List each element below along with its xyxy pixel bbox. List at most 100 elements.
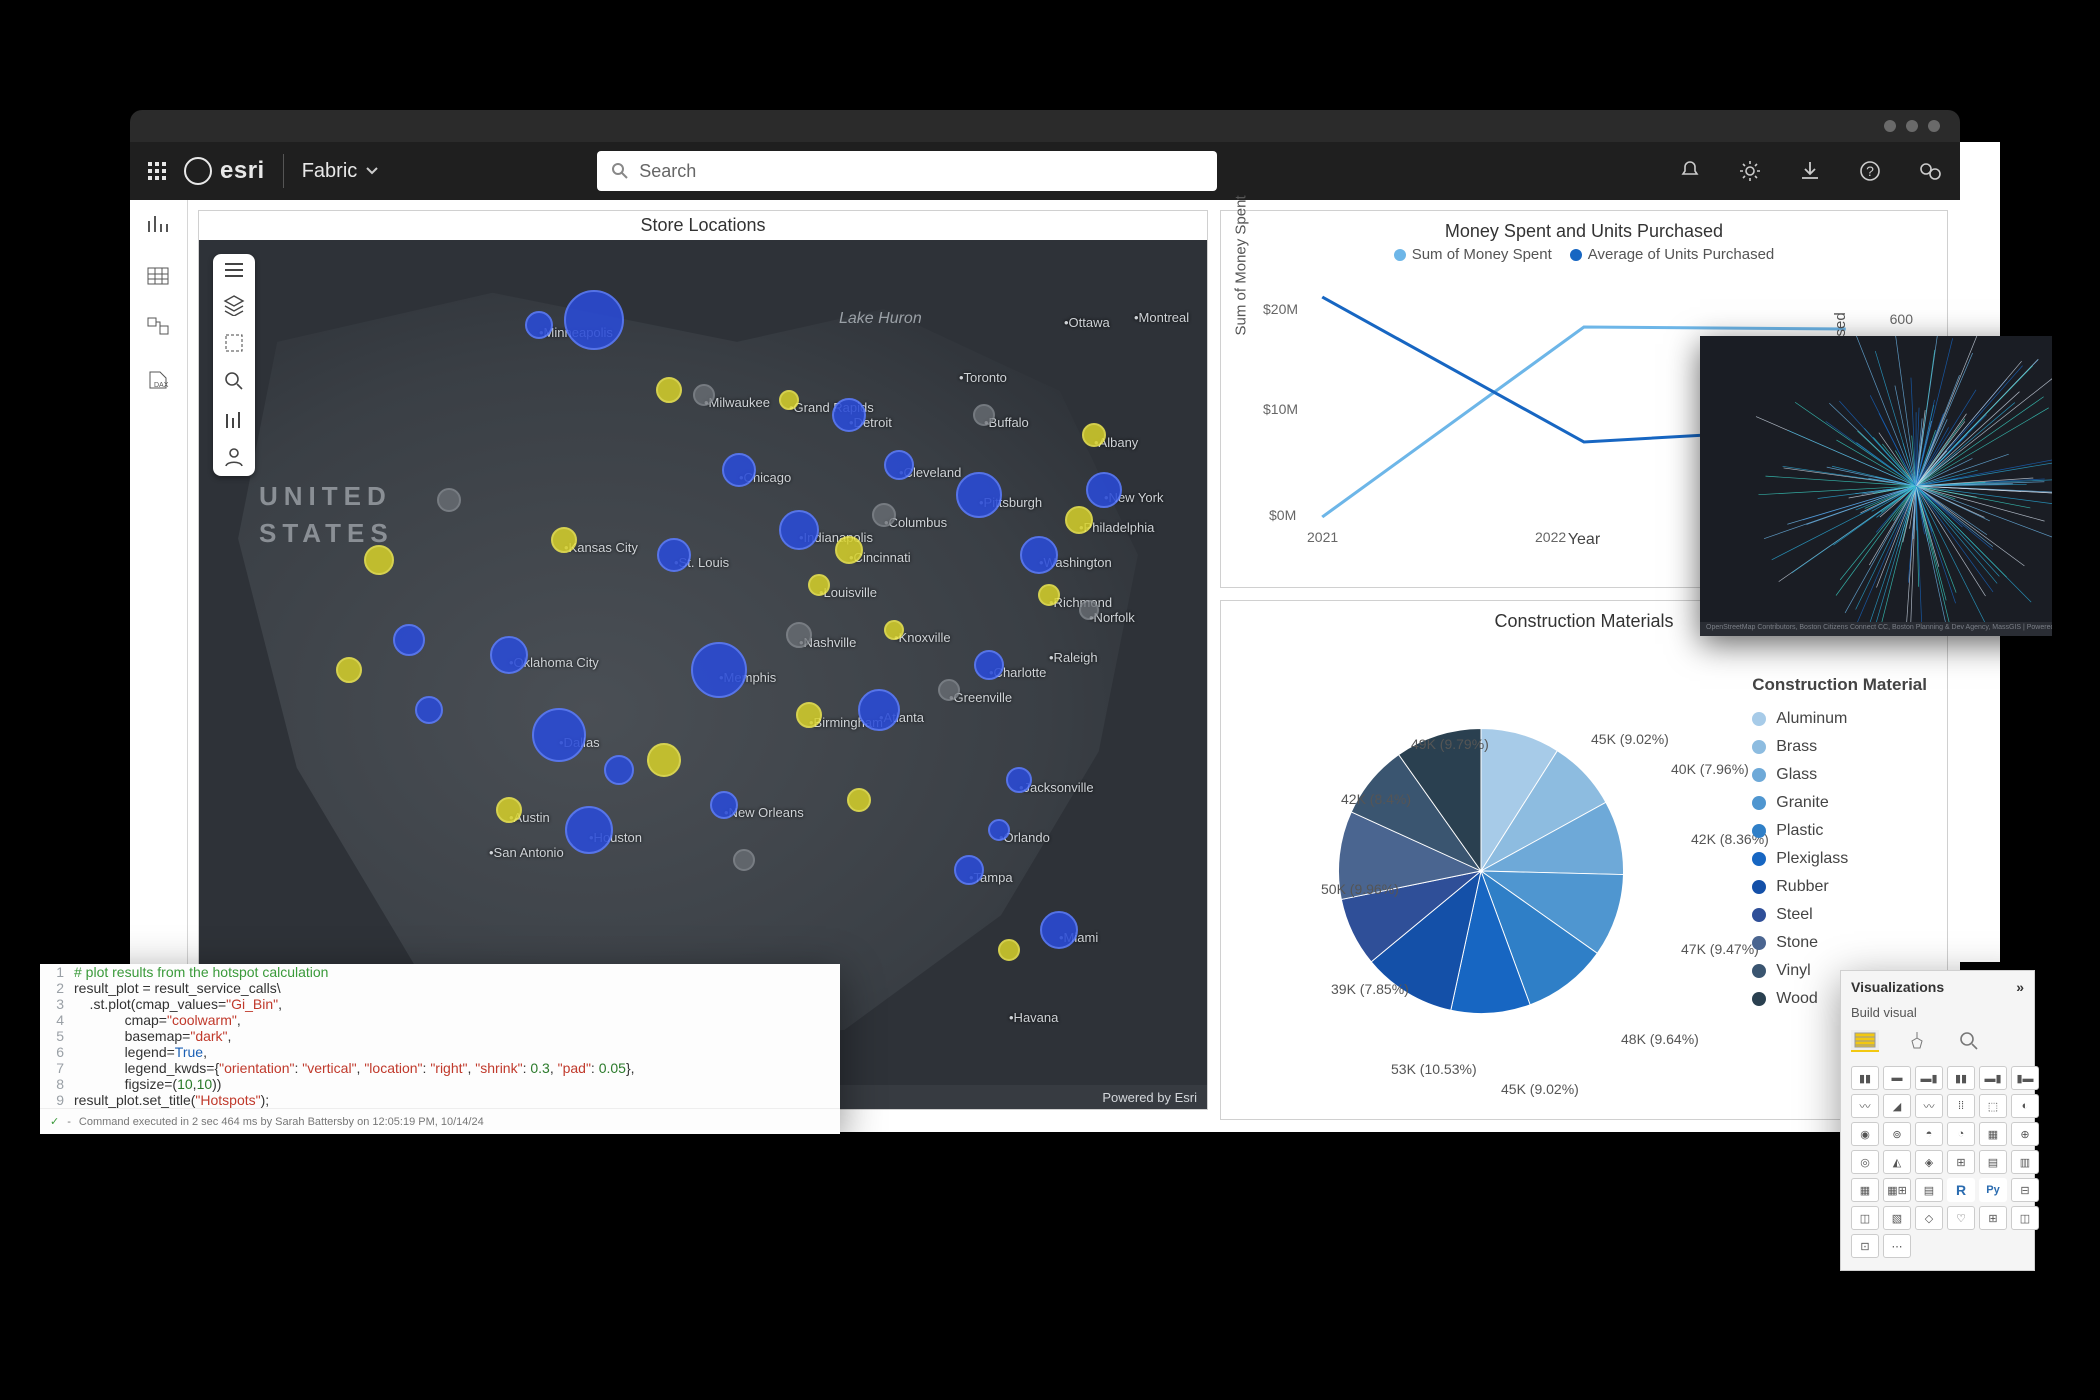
code-line[interactable]: 2result_plot = result_service_calls\ (40, 980, 840, 996)
model-view-icon[interactable] (146, 316, 172, 342)
legend-item[interactable]: Aluminum (1752, 705, 1927, 733)
map-bubble[interactable] (532, 708, 586, 762)
map-bubble[interactable] (1020, 536, 1058, 574)
map-bubble[interactable] (779, 390, 799, 410)
map-bubble[interactable] (565, 806, 613, 854)
workspace-dropdown[interactable]: Fabric (302, 160, 380, 183)
map-bubble[interactable] (647, 743, 681, 777)
viz-type-icon[interactable]: R (1947, 1178, 1975, 1202)
map-bubble[interactable] (988, 819, 1010, 841)
viz-type-icon[interactable]: ⊞ (1947, 1150, 1975, 1174)
code-line[interactable]: 3 .st.plot(cmap_values="Gi_Bin", (40, 996, 840, 1012)
map-bubble[interactable] (954, 855, 984, 885)
viz-type-icon[interactable]: ▬▮ (1915, 1066, 1943, 1090)
user-icon[interactable] (223, 446, 245, 468)
viz-type-icon[interactable]: ▦ (1979, 1122, 2007, 1146)
measure-icon[interactable] (223, 408, 245, 430)
map-bubble[interactable] (974, 650, 1004, 680)
viz-type-icon[interactable]: ◫ (2011, 1206, 2039, 1230)
viz-type-icon[interactable]: ▮▮ (1947, 1066, 1975, 1090)
map-bubble[interactable] (779, 510, 819, 550)
pie-chart-visual[interactable]: Construction Materials 45K (9.02%)40K (7… (1220, 600, 1948, 1120)
map-bubble[interactable] (1086, 472, 1122, 508)
viz-type-icon[interactable]: ⊕ (2011, 1122, 2039, 1146)
map-bubble[interactable] (393, 624, 425, 656)
code-line[interactable]: 5 basemap="dark", (40, 1028, 840, 1044)
map-bubble[interactable] (1079, 600, 1099, 620)
viz-type-icon[interactable]: ⋯ (1883, 1234, 1911, 1258)
map-bubble[interactable] (973, 404, 995, 426)
map-bubble[interactable] (437, 488, 461, 512)
map-bubble[interactable] (1006, 767, 1032, 793)
code-line[interactable]: 1# plot results from the hotspot calcula… (40, 964, 840, 980)
download-icon[interactable] (1798, 159, 1822, 183)
viz-type-icon[interactable]: ◈ (1915, 1150, 1943, 1174)
code-line[interactable]: 9result_plot.set_title("Hotspots"); (40, 1092, 840, 1108)
map-bubble[interactable] (956, 472, 1002, 518)
notebook-cell-overlay[interactable]: 1# plot results from the hotspot calcula… (40, 964, 840, 1134)
viz-type-icon[interactable]: ▥ (2011, 1150, 2039, 1174)
map-bubble[interactable] (1040, 911, 1078, 949)
viz-type-icon[interactable]: ⊡ (1851, 1234, 1879, 1258)
gear-icon[interactable] (1738, 159, 1762, 183)
viz-type-icon[interactable]: 〰 (1915, 1094, 1943, 1118)
map-bubble[interactable] (998, 939, 1020, 961)
viz-type-icon[interactable]: ⬚ (1979, 1094, 2007, 1118)
viz-type-icon[interactable]: ◐ (2011, 1094, 2039, 1118)
build-tab-icon[interactable] (1851, 1030, 1879, 1052)
table-view-icon[interactable] (146, 264, 172, 290)
code-line[interactable]: 7 legend_kwds={"orientation": "vertical"… (40, 1060, 840, 1076)
viz-type-icon[interactable]: ▮▮ (1851, 1066, 1879, 1090)
map-bubble[interactable] (1038, 584, 1060, 606)
viz-type-icon[interactable]: ▦⊞ (1883, 1178, 1911, 1202)
map-bubble[interactable] (938, 679, 960, 701)
map-bubble[interactable] (496, 797, 522, 823)
window-min-icon[interactable] (1884, 120, 1896, 132)
map-bubble[interactable] (1082, 423, 1106, 447)
window-close-icon[interactable] (1928, 120, 1940, 132)
map-bubble[interactable] (551, 527, 577, 553)
viz-type-icon[interactable]: ◔ (1947, 1122, 1975, 1146)
map-bubble[interactable] (564, 290, 624, 350)
map-bubble[interactable] (884, 450, 914, 480)
select-icon[interactable] (223, 332, 245, 354)
viz-type-icon[interactable]: ◉ (1851, 1122, 1879, 1146)
viz-type-icon[interactable]: ◢ (1883, 1094, 1911, 1118)
dax-view-icon[interactable]: DAX (146, 368, 172, 394)
legend-item[interactable]: Plexiglass (1752, 845, 1927, 873)
map-bubble[interactable] (710, 791, 738, 819)
viz-type-icon[interactable]: ◭ (1883, 1150, 1911, 1174)
bell-icon[interactable] (1678, 159, 1702, 183)
map-bubble[interactable] (1065, 506, 1093, 534)
account-icon[interactable] (1918, 159, 1942, 183)
layers-icon[interactable] (223, 294, 245, 316)
collapse-icon[interactable]: » (2016, 979, 2024, 995)
viz-type-icon[interactable]: ◓ (1915, 1122, 1943, 1146)
viz-type-icon[interactable]: ◎ (1851, 1150, 1879, 1174)
analytics-tab-icon[interactable] (1955, 1030, 1983, 1052)
viz-type-icon[interactable]: 〰 (1851, 1094, 1879, 1118)
legend-item[interactable]: Brass (1752, 733, 1927, 761)
map-bubble[interactable] (415, 696, 443, 724)
map-bubble[interactable] (691, 642, 747, 698)
map-bubble[interactable] (693, 384, 715, 406)
format-tab-icon[interactable] (1903, 1030, 1931, 1052)
map-bubble[interactable] (847, 788, 871, 812)
map-bubble[interactable] (835, 536, 863, 564)
legend-item[interactable]: Plastic (1752, 817, 1927, 845)
map-bubble[interactable] (884, 620, 904, 640)
map-bubble[interactable] (490, 636, 528, 674)
legend-item[interactable]: Stone (1752, 929, 1927, 957)
map-bubble[interactable] (336, 657, 362, 683)
viz-type-icon[interactable]: ⁞⁞ (1947, 1094, 1975, 1118)
viz-type-icon[interactable]: ▦ (1851, 1178, 1879, 1202)
search-input[interactable]: Search (597, 151, 1217, 191)
search-map-icon[interactable] (223, 370, 245, 392)
viz-type-icon[interactable]: ▮▬ (2011, 1066, 2039, 1090)
app-launcher-icon[interactable] (148, 162, 166, 180)
map-bubble[interactable] (656, 377, 682, 403)
menu-icon[interactable] (223, 262, 245, 278)
code-line[interactable]: 6 legend=True, (40, 1044, 840, 1060)
map-bubble[interactable] (525, 311, 553, 339)
esri-logo[interactable]: esri (184, 157, 265, 185)
